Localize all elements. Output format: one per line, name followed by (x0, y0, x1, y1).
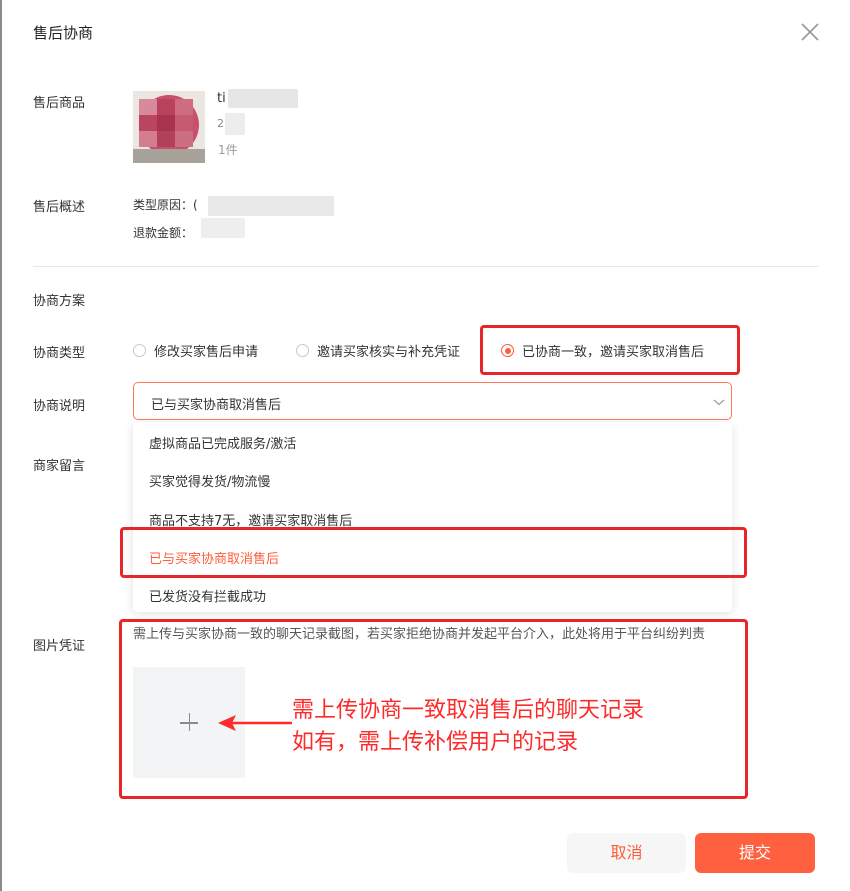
summary-reason: 类型原因：( (133, 198, 198, 212)
label-product: 售后商品 (33, 96, 86, 111)
label-plan: 协商方案 (33, 294, 86, 309)
summary-refund: 退款金额： (133, 226, 194, 240)
product-spec: 2 (217, 117, 224, 130)
label-message: 商家留言 (33, 459, 86, 474)
redacted-block (208, 196, 334, 216)
radio-circle (296, 344, 309, 357)
section-divider (33, 266, 819, 267)
window-edge (0, 0, 2, 891)
chevron-down-icon (713, 399, 725, 406)
redacted-block (228, 89, 298, 108)
dropdown-option[interactable]: 虚拟商品已完成服务/激活 (149, 433, 296, 452)
close-icon[interactable] (798, 20, 822, 44)
product-name: ti (217, 91, 226, 106)
radio-invite-verify[interactable]: 邀请买家核实与补充凭证 (296, 341, 460, 360)
label-type: 协商类型 (33, 346, 86, 361)
dropdown-option[interactable]: 买家觉得发货/物流慢 (149, 471, 270, 490)
highlight-box (120, 527, 747, 578)
product-thumbnail (133, 91, 205, 163)
radio-label: 修改买家售后申请 (154, 345, 259, 360)
redacted-block (201, 218, 245, 238)
cancel-button[interactable]: 取消 (567, 833, 686, 873)
description-select[interactable]: 已与买家协商取消售后 (133, 382, 732, 420)
product-quantity: 1件 (218, 143, 238, 157)
radio-label: 邀请买家核实与补充凭证 (317, 345, 461, 360)
highlight-box (119, 619, 748, 799)
redacted-block (225, 113, 245, 135)
label-description: 协商说明 (33, 399, 86, 414)
label-summary: 售后概述 (33, 200, 86, 215)
label-evidence: 图片凭证 (33, 639, 86, 654)
dialog-title: 售后协商 (33, 24, 94, 42)
description-dropdown: 虚拟商品已完成服务/激活 买家觉得发货/物流慢 商品不支持7无，邀请买家取消售后… (133, 422, 732, 612)
submit-button[interactable]: 提交 (695, 833, 815, 873)
dropdown-option[interactable]: 已发货没有拦截成功 (149, 586, 266, 605)
radio-circle (133, 344, 146, 357)
highlight-box (480, 325, 740, 375)
radio-modify-request[interactable]: 修改买家售后申请 (133, 341, 258, 360)
select-value: 已与买家协商取消售后 (151, 398, 282, 413)
